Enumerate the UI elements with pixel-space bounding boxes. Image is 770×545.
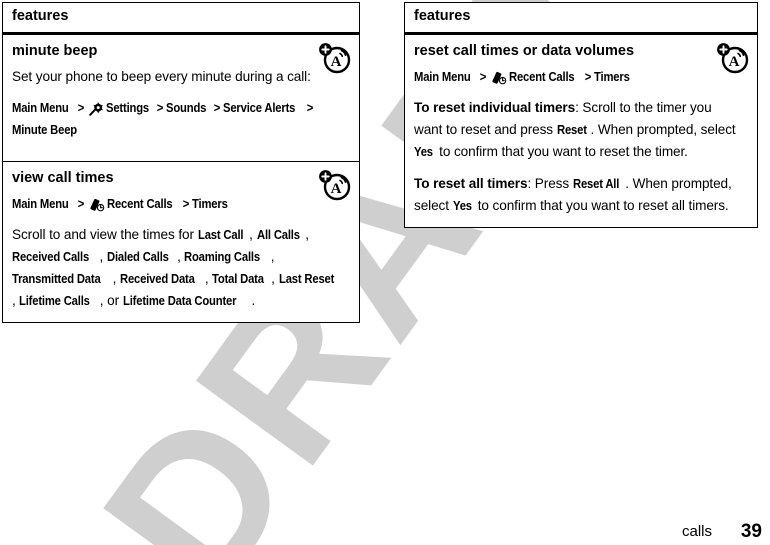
key-name: Received Calls [12,249,90,265]
menu-path: Main Menu > Settings > Sounds > Service Alert… [12,97,350,142]
menu-path-segment: Timers [594,69,630,85]
features-table-right: features A reset call times or data volu… [404,2,758,228]
menu-path: Main Menu > Recent Calls > Timers [12,193,350,215]
menu-path-segment: Recent Calls [106,195,173,211]
key-name: Last Reset [278,271,334,287]
feature-row-view-call-times: A view call times Main Menu > Recent Call… [3,162,359,323]
menu-path-separator: > [306,100,314,116]
body-text-run: , or [99,293,123,309]
feature-title: reset call times or data volumes [414,42,635,59]
menu-path-segment: Sounds [165,100,207,116]
features-table-left: features A minute beep Set your phone to… [2,2,360,324]
key-name: Total Data [212,271,265,287]
features-table-header-right: features [405,3,757,35]
manual-page: features A minute beep Set your phone to… [0,0,770,545]
menu-path-separator: > [78,195,85,211]
menu-path-separator: > [182,195,190,211]
key-name: Transmitted Data [12,271,101,287]
feature-body-text: Scroll to and view the times for Last Ca… [12,224,350,312]
feature-row-minute-beep: A minute beep Set your phone to beep eve… [3,35,359,162]
body-text-run: . [251,293,256,309]
menu-path-segment: Main Menu [12,100,69,116]
feature-title: view call times [12,169,114,186]
key-name: Last Call [197,227,244,243]
key-name: Yes [452,197,472,213]
menu-path-separator: > [156,100,163,116]
menu-path-separator: > [78,100,85,116]
more-features-icon: A [319,169,351,201]
feature-body-text: Set your phone to beep every minute duri… [12,69,311,85]
key-name: Received Data [119,271,195,287]
recent-calls-icon [491,71,506,85]
menu-path-segment: Settings [105,100,149,116]
footer-page-number: 39 [740,521,762,542]
menu-path-separator: > [213,100,220,116]
menu-path-segment: Timers [192,195,228,211]
more-features-icon: A [319,43,351,74]
feature-body-text: To reset all timers: Press Reset All. Wh… [414,173,748,217]
menu-path-segment: Minute Beep [12,122,78,138]
key-name: All Calls [256,227,300,243]
feature-body-text: To reset individual timers: Scroll to th… [414,97,748,163]
menu-path-separator: > [584,69,592,85]
svg-text:A: A [331,181,342,197]
body-text-run: , [271,271,279,287]
emphasis-text: To reset all timers [414,175,528,191]
key-name: Lifetime Data Counter [122,293,237,309]
body-text-run: , [112,271,120,287]
body-text-run: , [305,227,309,243]
emphasis-text: To reset individual timers [414,100,576,116]
recent-calls-icon [89,198,104,212]
menu-path-segment: Recent Calls [508,69,575,85]
body-text-run: : Press [527,175,573,191]
key-name: Lifetime Calls [19,293,91,309]
body-text-run: to confirm that you want to reset all ti… [474,197,729,213]
right-column: features A reset call times or data volu… [404,2,758,228]
key-name: Reset [556,122,587,138]
feature-title: minute beep [12,42,98,59]
key-name: Roaming Calls [184,249,261,265]
body-text-run: , [99,249,107,265]
settings-gear-icon [88,102,103,116]
key-name: Reset All [572,175,619,191]
footer-chapter-name: calls [681,523,712,540]
feature-row-reset-call-times: A reset call times or data volumes Main … [405,35,757,227]
body-text-run: . When prompted, select [590,122,736,138]
key-name: Dialed Calls [106,249,169,265]
svg-text:A: A [331,54,342,70]
key-name: Yes [414,144,433,160]
features-table-header-left: features [3,3,359,35]
menu-path-separator: > [480,69,487,85]
more-features-icon: A [717,43,749,74]
svg-text:A: A [729,54,740,70]
body-text-run: , [270,249,275,265]
left-column: features A minute beep Set your phone to… [2,2,360,324]
menu-path: Main Menu > Recent Calls > Timers [414,66,748,88]
menu-path-segment: Service Alerts [222,100,296,116]
menu-path-segment: Main Menu [414,69,471,85]
menu-path-segment: Main Menu [12,195,69,211]
body-text-run: to confirm that you want to reset the ti… [435,144,688,160]
body-text-run: Scroll to and view the times for [12,227,198,243]
page-footer: calls 39 [0,513,770,542]
body-text-run: , [249,227,257,243]
